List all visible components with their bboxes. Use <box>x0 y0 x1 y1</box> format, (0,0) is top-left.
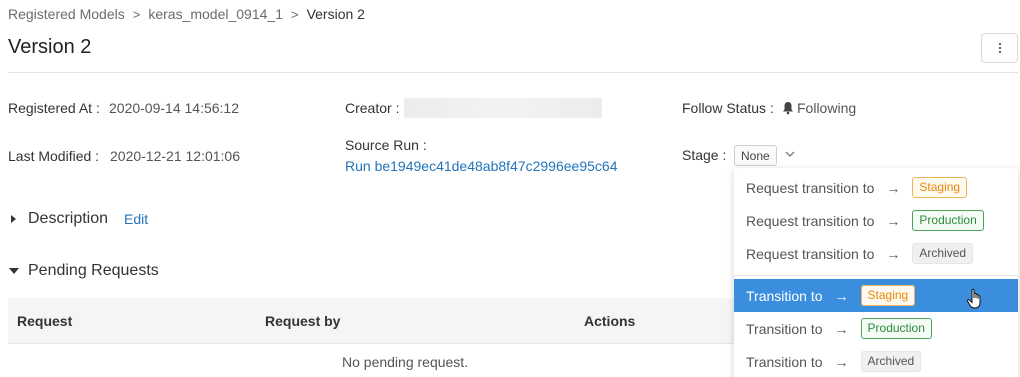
menu-item-label: Request transition to <box>746 179 875 196</box>
pending-requests-table-header: Request Request by Actions <box>8 298 734 344</box>
stage-select[interactable]: None <box>734 145 777 166</box>
menu-item-transition-archived[interactable]: Transition to → Archived <box>734 345 1018 377</box>
menu-item-label: Transition to <box>746 287 823 304</box>
menu-item-label: Transition to <box>746 320 823 337</box>
arrow-right-icon: → <box>834 320 849 337</box>
description-section-header[interactable]: Description Edit <box>8 210 148 228</box>
column-header-request: Request <box>17 313 73 329</box>
column-header-actions: Actions <box>584 313 636 329</box>
last-modified-label: Last Modified : <box>8 148 100 164</box>
menu-item-label: Transition to <box>746 353 823 370</box>
stage-dropdown-menu: Request transition to → Staging Request … <box>734 168 1018 377</box>
menu-divider <box>734 275 1018 276</box>
page-title: Version 2 <box>8 36 92 58</box>
breadcrumb-separator: > <box>132 6 141 22</box>
arrow-right-icon: → <box>886 212 901 229</box>
stage-tag-staging: Staging <box>912 177 968 198</box>
breadcrumb-current: Version 2 <box>306 6 365 22</box>
last-modified-value: 2020-12-21 12:01:06 <box>110 148 240 164</box>
more-options-button[interactable] <box>981 33 1018 63</box>
creator-value-redacted <box>404 98 602 118</box>
source-run-link[interactable]: Run be1949ec41de48ab8f47c2996ee95c64 <box>345 158 617 174</box>
stage-select-value: None <box>741 148 770 163</box>
breadcrumb: Registered Models > keras_model_0914_1 >… <box>8 6 365 22</box>
arrow-right-icon: → <box>834 353 849 370</box>
menu-item-request-archived[interactable]: Request transition to → Archived <box>734 237 1018 270</box>
menu-item-request-production[interactable]: Request transition to → Production <box>734 204 1018 237</box>
registered-at-label: Registered At : <box>8 100 100 116</box>
arrow-right-icon: → <box>886 245 901 262</box>
caret-down-icon <box>9 268 19 274</box>
registered-at-value: 2020-09-14 14:56:12 <box>109 100 239 116</box>
column-header-request-by: Request by <box>265 313 341 329</box>
menu-item-label: Request transition to <box>746 212 875 229</box>
menu-item-transition-production[interactable]: Transition to → Production <box>734 312 1018 345</box>
arrow-right-icon: → <box>834 287 849 304</box>
header-divider <box>8 72 1018 73</box>
description-edit-link[interactable]: Edit <box>124 211 148 227</box>
breadcrumb-registered-models[interactable]: Registered Models <box>8 6 125 22</box>
stage-tag-archived: Archived <box>860 351 922 372</box>
creator-label: Creator : <box>345 100 400 116</box>
stage-tag-production: Production <box>912 210 984 231</box>
bell-icon <box>783 102 793 115</box>
pending-requests-section-header[interactable]: Pending Requests <box>8 262 159 280</box>
source-run-label: Source Run : <box>345 137 427 153</box>
pending-requests-title: Pending Requests <box>28 262 159 279</box>
stage-tag-production: Production <box>860 318 932 339</box>
stage-tag-staging: Staging <box>860 285 916 306</box>
hand-cursor-icon <box>966 288 981 309</box>
follow-status-toggle[interactable]: Following <box>782 100 856 116</box>
stage-label: Stage : <box>682 147 727 163</box>
pending-requests-empty: No pending request. <box>342 354 469 370</box>
follow-status-label: Follow Status : <box>682 100 774 116</box>
follow-status-value: Following <box>797 100 857 116</box>
caret-right-icon <box>11 215 16 223</box>
kebab-icon <box>998 42 1001 54</box>
menu-item-label: Request transition to <box>746 245 875 262</box>
breadcrumb-separator: > <box>290 6 299 22</box>
menu-item-request-staging[interactable]: Request transition to → Staging <box>734 171 1018 204</box>
stage-tag-archived: Archived <box>912 243 974 264</box>
description-title: Description <box>28 210 109 227</box>
arrow-right-icon: → <box>886 179 901 196</box>
breadcrumb-model[interactable]: keras_model_0914_1 <box>148 6 283 22</box>
chevron-down-icon[interactable] <box>784 148 796 160</box>
